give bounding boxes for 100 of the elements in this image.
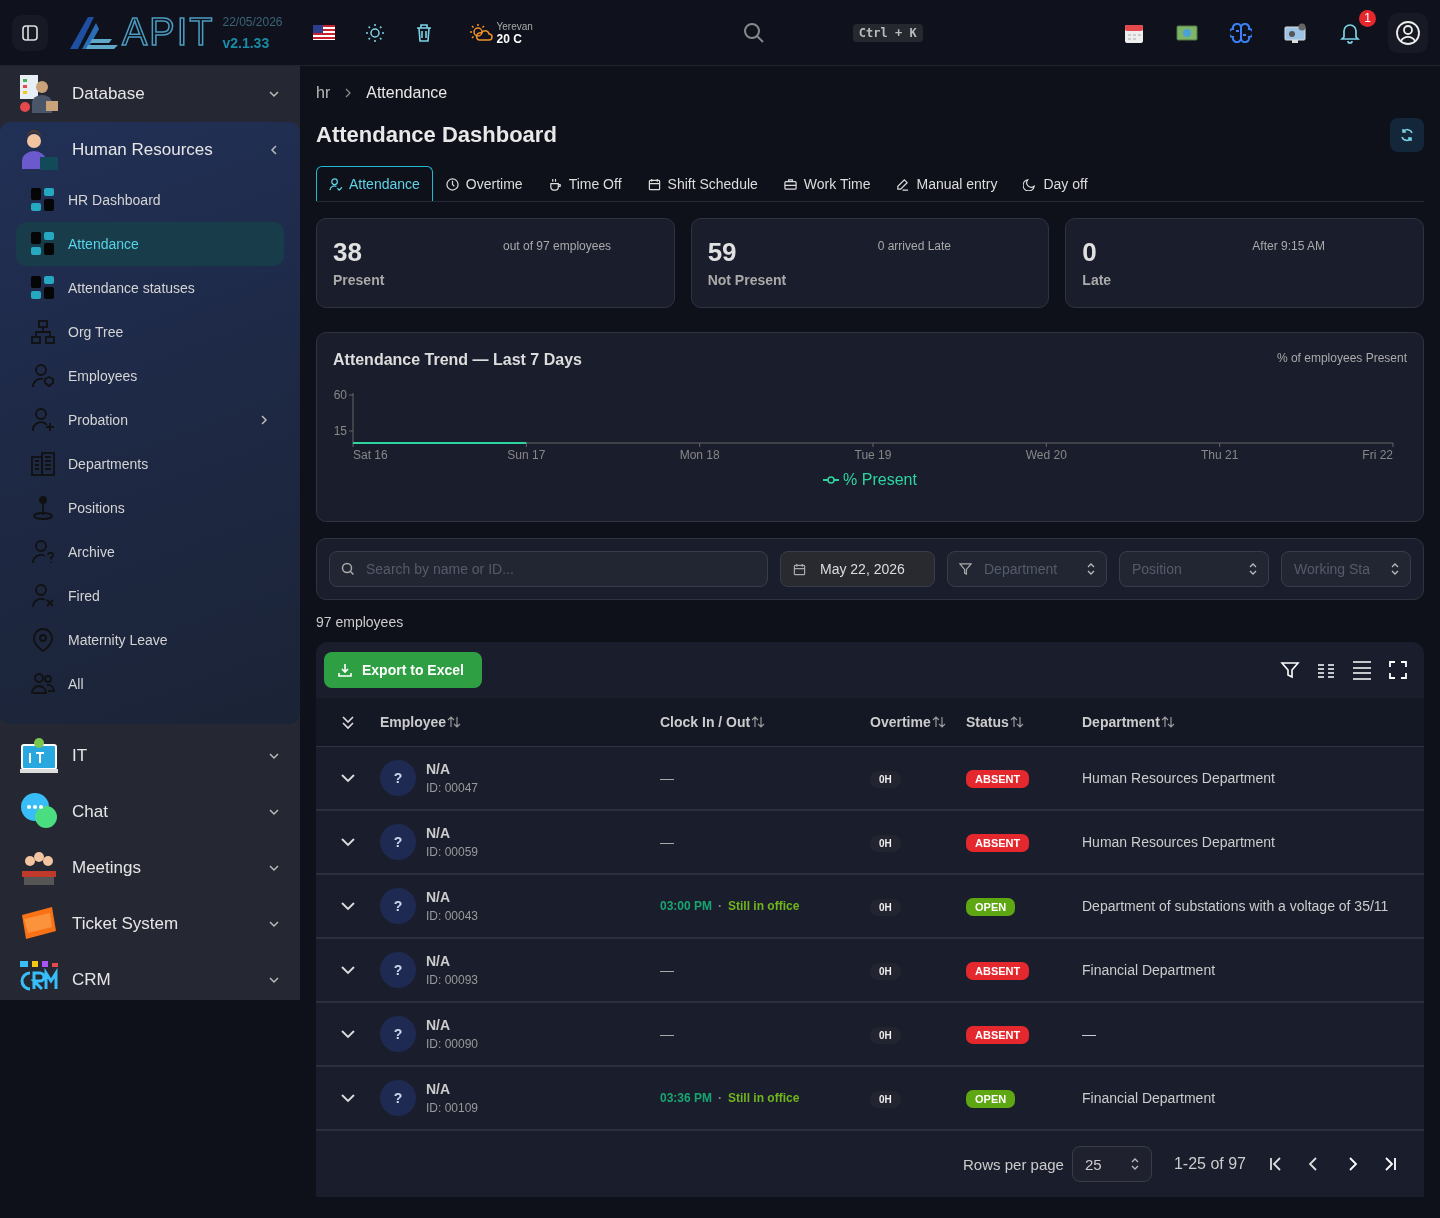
- sort-icon[interactable]: [1009, 716, 1024, 728]
- separator-text: ·: [718, 899, 723, 913]
- clock-in-time: 03:36 PM: [660, 1091, 713, 1105]
- date-text: 22/05/2026: [222, 14, 283, 29]
- user-plus-icon: [30, 407, 56, 433]
- status-badge: ABSENT: [966, 962, 1030, 980]
- employee-id: ID: 00059: [426, 845, 479, 859]
- filter-icon[interactable]: [1280, 660, 1300, 680]
- table-cell: —: [660, 962, 674, 978]
- user-menu-button[interactable]: [1388, 12, 1428, 53]
- y-tick-label: 15: [333, 424, 347, 438]
- user-shield-icon: [30, 363, 56, 389]
- employee-name: N/A: [426, 953, 452, 969]
- column-header[interactable]: Status: [966, 714, 1009, 730]
- date-picker[interactable]: May 22, 2026: [780, 551, 935, 587]
- status-badge: OPEN: [966, 898, 1016, 916]
- sidebar-toggle-button[interactable]: [12, 14, 48, 51]
- search-icon[interactable]: [742, 21, 765, 44]
- sidebar-item[interactable]: Org Tree: [16, 310, 284, 354]
- sort-icon[interactable]: [751, 716, 766, 728]
- employee-id: ID: 00047: [426, 781, 479, 795]
- tab[interactable]: Day off: [1010, 166, 1101, 201]
- overtime-badge: 0H: [870, 899, 901, 916]
- moon-icon: [1023, 177, 1037, 191]
- sort-icon[interactable]: [1160, 716, 1175, 728]
- table-cell-text: Human Resources Department: [1082, 770, 1276, 786]
- tab[interactable]: Shift Schedule: [634, 166, 771, 201]
- fullscreen-icon[interactable]: [1388, 660, 1408, 680]
- expand-row-icon[interactable]: [341, 773, 355, 783]
- sidebar-item[interactable]: Departments: [16, 442, 284, 486]
- sidebar-panel-icon: [20, 22, 40, 43]
- calendar-icon: [793, 562, 806, 576]
- sidebar-module[interactable]: CRM: [0, 952, 300, 1000]
- brain-icon[interactable]: [1230, 22, 1252, 43]
- employee-name: N/A: [426, 1081, 452, 1097]
- flag-icon[interactable]: [312, 25, 335, 40]
- city-text: Yerevan: [496, 20, 533, 33]
- sidebar-module[interactable]: IT: [0, 728, 300, 784]
- weather-icon: [468, 22, 493, 43]
- expand-row-icon[interactable]: [341, 837, 355, 847]
- sidebar-module[interactable]: Database: [0, 66, 300, 122]
- status-badge: ABSENT: [966, 1026, 1030, 1044]
- sidebar-item[interactable]: Employees: [16, 354, 284, 398]
- column-header[interactable]: Clock In / Out: [660, 714, 751, 730]
- tiles-icon: [30, 187, 56, 213]
- sun-icon[interactable]: [364, 22, 385, 43]
- sidebar-module[interactable]: Ticket System: [0, 896, 300, 952]
- clock-in-time: 03:00 PM: [660, 899, 713, 913]
- x-tick-label: Wed 20: [1025, 448, 1067, 462]
- trash-icon[interactable]: [414, 22, 433, 43]
- expand-row-icon[interactable]: [341, 1093, 355, 1103]
- table-cell: —: [660, 834, 674, 850]
- sidebar-item[interactable]: Attendance: [16, 222, 284, 266]
- expand-row-icon[interactable]: [341, 1029, 355, 1039]
- separator-text: ·: [718, 1091, 723, 1105]
- tab[interactable]: Overtime: [432, 166, 536, 201]
- expand-all-icon[interactable]: [341, 714, 355, 730]
- sidebar-module[interactable]: Meetings: [0, 840, 300, 896]
- breadcrumb-link[interactable]: Attendance: [366, 84, 448, 102]
- sidebar-module[interactable]: Chat: [0, 784, 300, 840]
- sidebar-item[interactable]: Archive: [16, 530, 284, 574]
- tab[interactable]: Work Time: [770, 166, 884, 201]
- tab[interactable]: Manual entry: [883, 166, 1011, 201]
- money-icon[interactable]: [1176, 24, 1198, 41]
- overtime-badge: 0H: [870, 963, 901, 980]
- bell-icon[interactable]: [1340, 21, 1360, 44]
- employee-name: N/A: [426, 889, 452, 905]
- employee-id: ID: 00090: [426, 1037, 479, 1051]
- employee-name: N/A: [426, 1017, 452, 1033]
- status-badge: ABSENT: [966, 770, 1030, 788]
- rows-per-page-select[interactable]: 25: [1071, 1146, 1152, 1182]
- sidebar-item[interactable]: Fired: [16, 574, 284, 618]
- column-header[interactable]: Employee: [380, 714, 447, 730]
- tab[interactable]: Time Off: [535, 166, 635, 201]
- sidebar-item[interactable]: Probation: [16, 398, 284, 442]
- last-page-icon[interactable]: [1382, 1156, 1398, 1172]
- table-cell: —: [660, 1026, 674, 1042]
- sort-icon[interactable]: [931, 716, 946, 728]
- briefcase-icon: [783, 177, 797, 191]
- sidebar-item[interactable]: HR Dashboard: [16, 178, 284, 222]
- sort-icon[interactable]: [447, 716, 462, 728]
- sidebar-item[interactable]: Positions: [16, 486, 284, 530]
- breadcrumb-link[interactable]: hr: [316, 84, 331, 102]
- user-icon: [1395, 19, 1421, 46]
- expand-row-icon[interactable]: [341, 901, 355, 911]
- expand-row-icon[interactable]: [341, 965, 355, 975]
- sidebar-module[interactable]: Human Resources: [0, 122, 300, 178]
- density-icon[interactable]: [1352, 660, 1372, 680]
- column-header[interactable]: Department: [1082, 714, 1160, 730]
- tab[interactable]: Attendance: [316, 166, 433, 201]
- refresh-button[interactable]: [1390, 118, 1424, 152]
- monitor-gears-icon[interactable]: [1284, 21, 1308, 44]
- sidebar-item[interactable]: All: [16, 662, 284, 706]
- sidebar-item[interactable]: Attendance statuses: [16, 266, 284, 310]
- first-page-icon[interactable]: [1268, 1156, 1284, 1172]
- tiles-icon: [30, 275, 56, 301]
- stat-label: Not Present: [707, 272, 788, 288]
- column-header[interactable]: Overtime: [870, 714, 931, 730]
- sidebar-item[interactable]: Maternity Leave: [16, 618, 284, 662]
- database-module-icon: [18, 73, 60, 115]
